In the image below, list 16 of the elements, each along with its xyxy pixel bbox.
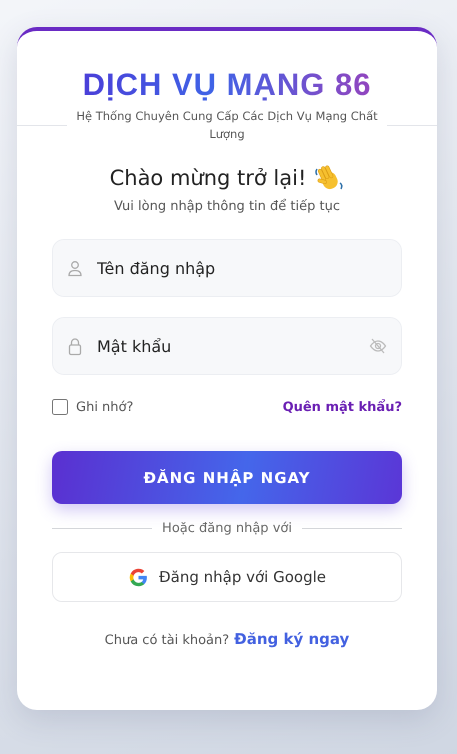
username-field[interactable]: Tên đăng nhập — [52, 239, 402, 297]
signup-link[interactable]: Đăng ký ngay — [234, 630, 350, 648]
login-button[interactable]: ĐĂNG NHẬP NGAY — [52, 451, 402, 504]
tagline: Hệ Thống Chuyên Cung Cấp Các Dịch Vụ Mạng Chất Lượng — [75, 108, 379, 143]
password-field[interactable]: Mật khẩu — [52, 317, 402, 375]
remember-label: Ghi nhớ? — [76, 400, 134, 414]
google-g-icon — [128, 566, 149, 588]
google-login-button[interactable]: Đăng nhập với Google — [52, 552, 402, 602]
signup-prompt: Chưa có tài khoản? — [104, 633, 230, 648]
forgot-password-link[interactable]: Quên mật khẩu? — [282, 400, 402, 414]
remember-checkbox[interactable] — [52, 399, 68, 415]
greeting-subtitle: Vui lòng nhập thông tin để tiếp tục — [114, 199, 340, 214]
lock-icon — [67, 336, 83, 356]
user-icon — [67, 258, 83, 278]
greeting-title: Chào mừng trở lại! — [110, 166, 306, 190]
divider-text: Hoặc đăng nhập với — [162, 521, 292, 536]
